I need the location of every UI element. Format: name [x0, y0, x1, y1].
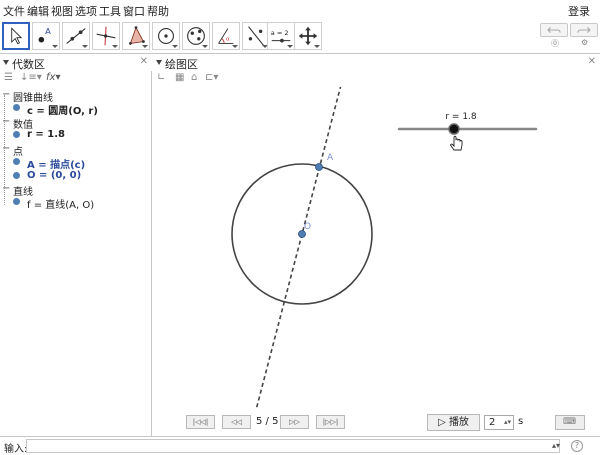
- close-icon[interactable]: ✕: [588, 56, 596, 67]
- slider-label: r = 1.8: [445, 112, 477, 122]
- visibility-toggle[interactable]: [13, 131, 20, 138]
- point-capture-icon[interactable]: ⊏▾: [205, 72, 218, 83]
- keyboard-button[interactable]: ⌨: [555, 415, 585, 430]
- svg-text:a = 2: a = 2: [271, 29, 289, 37]
- sort-icon[interactable]: ↓≡▾: [20, 72, 42, 83]
- previous-step-button[interactable]: ◁◁: [222, 415, 251, 429]
- line-f[interactable]: [255, 87, 342, 410]
- visibility-toggle[interactable]: [13, 158, 20, 165]
- collapse-icon[interactable]: [3, 60, 9, 65]
- graphics-canvas[interactable]: O A r = 1.8: [153, 87, 600, 410]
- menu-help[interactable]: 帮助: [147, 3, 169, 19]
- point-O-label: O: [304, 222, 311, 232]
- function-icon[interactable]: fx▾: [46, 72, 60, 83]
- menu-view[interactable]: 视图: [51, 3, 73, 19]
- hand-cursor-icon: [450, 135, 463, 151]
- visibility-toggle[interactable]: [13, 198, 20, 205]
- undo-button[interactable]: [540, 23, 568, 37]
- play-button[interactable]: ▷ 播放: [427, 414, 480, 431]
- graphics-toolbar: ∟ ▦ ⌂ ⊏▾: [153, 71, 600, 87]
- input-history-icon[interactable]: ▴▾: [552, 441, 560, 450]
- slider-tool-button[interactable]: a = 2: [267, 22, 295, 50]
- reflect-tool-button[interactable]: [242, 22, 270, 50]
- menu-file[interactable]: 文件: [3, 3, 25, 19]
- graphics-view-title: 绘图区: [165, 58, 198, 71]
- move-tool-button[interactable]: [2, 22, 30, 50]
- keyboard-icon: ⌨: [563, 417, 576, 427]
- collapse-group-lines-icon[interactable]: −: [2, 183, 10, 194]
- first-step-button[interactable]: |◁◁|: [186, 415, 215, 429]
- algebra-view-header: 代数区 ✕: [0, 55, 152, 71]
- collapse-icon[interactable]: [156, 60, 162, 65]
- menu-tools[interactable]: 工具: [99, 3, 121, 19]
- point-A[interactable]: [315, 163, 323, 171]
- redo-button[interactable]: [570, 23, 598, 37]
- help-icon[interactable]: ⓪: [551, 38, 559, 49]
- algebra-item-text: c = 圆周(O, r): [27, 106, 98, 117]
- visibility-toggle[interactable]: [13, 104, 20, 111]
- menu-edit[interactable]: 编辑: [27, 3, 49, 19]
- speed-value: 2: [489, 417, 496, 428]
- grid-icon[interactable]: ▦: [175, 72, 184, 83]
- algebra-item-text: A = 描点(c): [27, 160, 86, 171]
- group-label-points: 点: [13, 147, 23, 158]
- collapse-group-numbers-icon[interactable]: −: [2, 116, 10, 127]
- input-label: 输入:: [4, 444, 28, 455]
- polygon-tool-button[interactable]: [122, 22, 150, 50]
- algebra-view-title: 代数区: [12, 58, 45, 71]
- login-link[interactable]: 登录: [568, 3, 590, 19]
- gear-icon[interactable]: ⚙: [581, 38, 588, 47]
- undo-icon: [547, 27, 561, 33]
- axes-icon[interactable]: ∟: [157, 72, 165, 83]
- angle-tool-button[interactable]: α: [212, 22, 240, 50]
- svg-text:α: α: [226, 37, 230, 43]
- ellipse-tool-button[interactable]: [182, 22, 210, 50]
- point-A-label: A: [327, 153, 334, 163]
- algebra-item-text: f = 直线(A, O): [27, 200, 95, 211]
- play-icon: ▷: [438, 417, 449, 428]
- graphics-view-header: 绘图区 ✕: [153, 55, 600, 71]
- speed-unit: s: [518, 416, 524, 427]
- next-step-button[interactable]: ▷▷: [280, 415, 309, 429]
- step-counter: 5 / 5: [256, 416, 279, 427]
- input-bar: 输入: ▴▾ ?: [0, 436, 600, 455]
- collapse-group-points-icon[interactable]: −: [2, 143, 10, 154]
- speed-stepper[interactable]: 2 ▴▾: [484, 415, 514, 430]
- close-icon[interactable]: ✕: [140, 56, 148, 67]
- auxiliary-objects-icon[interactable]: ☰: [4, 72, 13, 83]
- home-icon[interactable]: ⌂: [191, 72, 197, 83]
- move-view-tool-button[interactable]: [294, 22, 322, 50]
- algebra-item-text: r = 1.8: [27, 129, 65, 140]
- redo-icon: [577, 27, 591, 33]
- play-label: 播放: [448, 417, 469, 428]
- algebra-toolbar: ☰ ↓≡▾ fx▾: [0, 71, 152, 87]
- svg-text:A: A: [45, 26, 51, 36]
- circle-tool-button[interactable]: [152, 22, 180, 50]
- perpendicular-tool-button[interactable]: [92, 22, 120, 50]
- input-help-icon[interactable]: ?: [571, 440, 583, 452]
- point-tool-button[interactable]: A: [32, 22, 60, 50]
- last-step-button[interactable]: |▷▷|: [316, 415, 345, 429]
- visibility-toggle[interactable]: [13, 172, 20, 179]
- menu-options[interactable]: 选项: [75, 3, 97, 19]
- menu-bar: 文件 编辑 视图 选项 工具 窗口 帮助 登录: [0, 0, 600, 20]
- menu-window[interactable]: 窗口: [123, 3, 145, 19]
- input-field[interactable]: [26, 439, 560, 453]
- arrow-cursor-icon: [11, 27, 23, 45]
- toolbar: A α a = 2 ⓪ ⚙: [0, 20, 600, 54]
- stepper-arrows-icon[interactable]: ▴▾: [504, 416, 511, 429]
- algebra-item-text: O = (0, 0): [27, 170, 82, 181]
- collapse-group-conics-icon[interactable]: −: [2, 89, 10, 100]
- slider-handle[interactable]: [448, 123, 460, 135]
- line-tool-button[interactable]: [62, 22, 90, 50]
